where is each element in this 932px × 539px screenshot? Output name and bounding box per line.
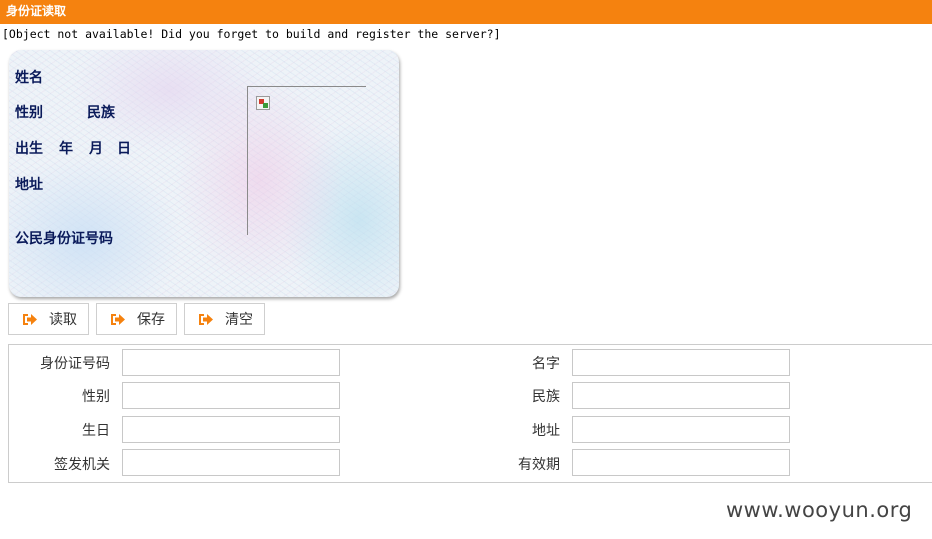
- address-input[interactable]: [572, 416, 790, 443]
- gender-label: 性别: [82, 389, 110, 405]
- issuing-authority-label: 签发机关: [54, 457, 110, 473]
- id-number-input[interactable]: [122, 349, 340, 376]
- read-button[interactable]: 读取: [8, 303, 89, 335]
- id-number-label: 身份证号码: [40, 356, 110, 372]
- window-title: 身份证读取: [6, 4, 67, 18]
- issuing-authority-input[interactable]: [122, 449, 340, 476]
- watermark: www.wooyun.org: [726, 498, 913, 522]
- card-gender-label: 性别: [15, 105, 43, 121]
- ethnicity-input[interactable]: [572, 382, 790, 409]
- validity-period-label: 有效期: [518, 457, 560, 473]
- validity-period-input[interactable]: [572, 449, 790, 476]
- save-button-label: 保存: [137, 312, 165, 328]
- card-address-label: 地址: [15, 177, 43, 193]
- gender-input[interactable]: [122, 382, 340, 409]
- card-ethnicity-label: 民族: [87, 105, 115, 121]
- card-month-label: 月: [89, 141, 103, 157]
- card-year-label: 年: [59, 141, 73, 157]
- clear-button[interactable]: 清空: [184, 303, 265, 335]
- name-input[interactable]: [572, 349, 790, 376]
- read-button-label: 读取: [49, 312, 77, 328]
- card-id-number-label: 公民身份证号码: [15, 231, 113, 247]
- ethnicity-label: 民族: [532, 389, 560, 405]
- name-label: 名字: [532, 356, 560, 372]
- error-message: [Object not available! Did you forget to…: [2, 27, 501, 41]
- birthday-input[interactable]: [122, 416, 340, 443]
- address-label: 地址: [532, 423, 560, 439]
- clear-button-label: 清空: [225, 312, 253, 328]
- arrow-right-icon: [23, 314, 37, 325]
- save-button[interactable]: 保存: [96, 303, 177, 335]
- photo-frame: [247, 86, 366, 235]
- birthday-label: 生日: [82, 423, 110, 439]
- card-day-label: 日: [117, 141, 131, 157]
- info-form: 身份证号码 名字 性别 民族 生日 地址 签发机关 有效期: [8, 344, 932, 483]
- arrow-right-icon: [199, 314, 213, 325]
- broken-image-icon: [256, 96, 270, 110]
- card-name-label: 姓名: [15, 70, 43, 86]
- id-card-preview: 姓名 性别 民族 出生 年 月 日 地址 公民身份证号码: [9, 50, 399, 297]
- arrow-right-icon: [111, 314, 125, 325]
- title-bar: 身份证读取: [0, 0, 932, 24]
- card-birth-label: 出生: [15, 141, 43, 157]
